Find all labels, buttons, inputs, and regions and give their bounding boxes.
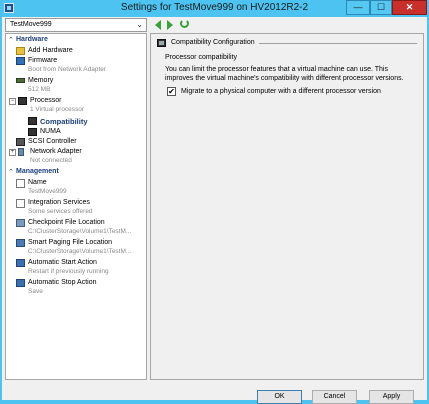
tree-item-label: NUMA [40,128,61,135]
integration-services-icon [16,199,25,208]
tree-item-compatibility[interactable]: Compatibility [6,116,146,127]
tree-item-label: Memory [28,77,54,84]
processor-icon [18,97,27,105]
smart-paging-icon [16,239,25,247]
section-hardware-label: Hardware [16,36,48,43]
tree-item-detail: Not connected [30,157,72,164]
name-icon [16,179,25,188]
start-action-icon [16,259,25,267]
tree-item-label: Automatic Stop Action [28,279,97,286]
expand-toggle[interactable]: + [9,149,16,156]
compatibility-panel: Compatibility Configuration Processor co… [150,33,424,380]
section-management[interactable]: ⌃ Management [6,168,146,177]
tree-item-checkpoint-file-location[interactable]: Checkpoint File Location C:\ClusterStora… [6,218,146,238]
tree-item-processor[interactable]: − Processor 1 Virtual processor [6,96,146,116]
description-text: You can limit the processor features tha… [165,66,404,82]
tree-item-network-adapter[interactable]: + Network Adapter Not connected [6,147,146,167]
tree-item-label: SCSI Controller [28,138,77,145]
tree-item-detail: Restart if previously running [28,268,109,275]
tree-item-label: Firmware [28,57,58,64]
tree-item-numa[interactable]: NUMA [6,127,146,137]
panel-heading: Compatibility Configuration [171,39,255,46]
tree-item-detail: Boot from Network Adapter [28,66,107,73]
tree-item-memory[interactable]: Memory 512 MB [6,76,146,96]
stop-action-icon [16,279,25,287]
chevron-down-icon: ⌄ [136,20,143,29]
tree-item-label: Checkpoint File Location [28,219,105,226]
checkpoint-icon [16,219,25,227]
network-adapter-icon [18,148,24,156]
heading-divider [259,43,417,44]
chevron-up-icon: ⌃ [8,169,14,176]
memory-icon [16,78,25,83]
section-hardware[interactable]: ⌃ Hardware [6,36,146,45]
scsi-controller-icon [16,138,25,146]
vm-selector-dropdown[interactable]: TestMove999 ⌄ [5,18,147,32]
tree-item-detail: TestMove999 [28,188,67,195]
refresh-icon[interactable] [180,19,189,28]
tree-item-label: Network Adapter [30,148,82,155]
firmware-icon [16,57,25,65]
tree-item-automatic-stop-action[interactable]: Automatic Stop Action Save [6,278,146,298]
tree-item-label: Processor [30,97,62,104]
settings-window: Settings for TestMove999 on HV2012R2-2 —… [0,0,429,404]
numa-icon [28,128,37,136]
close-button[interactable]: ✕ [392,0,427,15]
tree-item-detail: C:\ClusterStorage\Volume1\TestM... [28,228,132,235]
tree-item-smart-paging-file-location[interactable]: Smart Paging File Location C:\ClusterSto… [6,238,146,258]
settings-tree: ⌃ Hardware Add Hardware Firmware Boot fr… [5,33,147,380]
migrate-checkbox-label[interactable]: Migrate to a physical computer with a di… [181,88,381,95]
chevron-up-icon: ⌃ [8,37,14,44]
processor-icon [157,39,166,47]
migrate-checkbox[interactable]: ✔ [167,87,176,96]
tree-item-automatic-start-action[interactable]: Automatic Start Action Restart if previo… [6,258,146,278]
tree-item-detail: Save [28,288,43,295]
title-bar: Settings for TestMove999 on HV2012R2-2 —… [0,0,429,17]
vm-selector-value: TestMove999 [10,21,52,28]
collapse-toggle[interactable]: − [9,98,16,105]
tree-item-label: Smart Paging File Location [28,239,113,246]
tree-item-label: Automatic Start Action [28,259,97,266]
tree-item-integration-services[interactable]: Integration Services Some services offer… [6,198,146,218]
tree-item-scsi-controller[interactable]: SCSI Controller [6,137,146,147]
tree-item-detail: Some services offered [28,208,93,215]
tree-item-detail: C:\ClusterStorage\Volume1\TestM... [28,248,132,255]
tree-item-label: Compatibility [40,117,88,126]
dialog-body: TestMove999 ⌄ ⌃ Hardware Add Hardware Fi… [2,17,427,404]
add-hardware-icon [16,47,25,55]
compatibility-icon [28,117,37,125]
tree-item-firmware[interactable]: Firmware Boot from Network Adapter [6,56,146,76]
forward-arrow-icon[interactable] [167,20,173,30]
tree-item-name[interactable]: Name TestMove999 [6,178,146,198]
tree-item-detail: 512 MB [28,86,51,93]
group-title: Processor compatibility [165,54,237,61]
tree-item-detail: 1 Virtual processor [30,106,85,113]
minimize-button[interactable]: — [346,0,370,15]
maximize-button[interactable]: ☐ [370,0,392,15]
tree-item-label: Name [28,179,47,186]
tree-item-add-hardware[interactable]: Add Hardware [6,46,146,56]
tree-item-label: Integration Services [28,199,90,206]
back-arrow-icon[interactable] [155,20,161,30]
section-management-label: Management [16,168,59,175]
tree-item-label: Add Hardware [28,47,73,54]
